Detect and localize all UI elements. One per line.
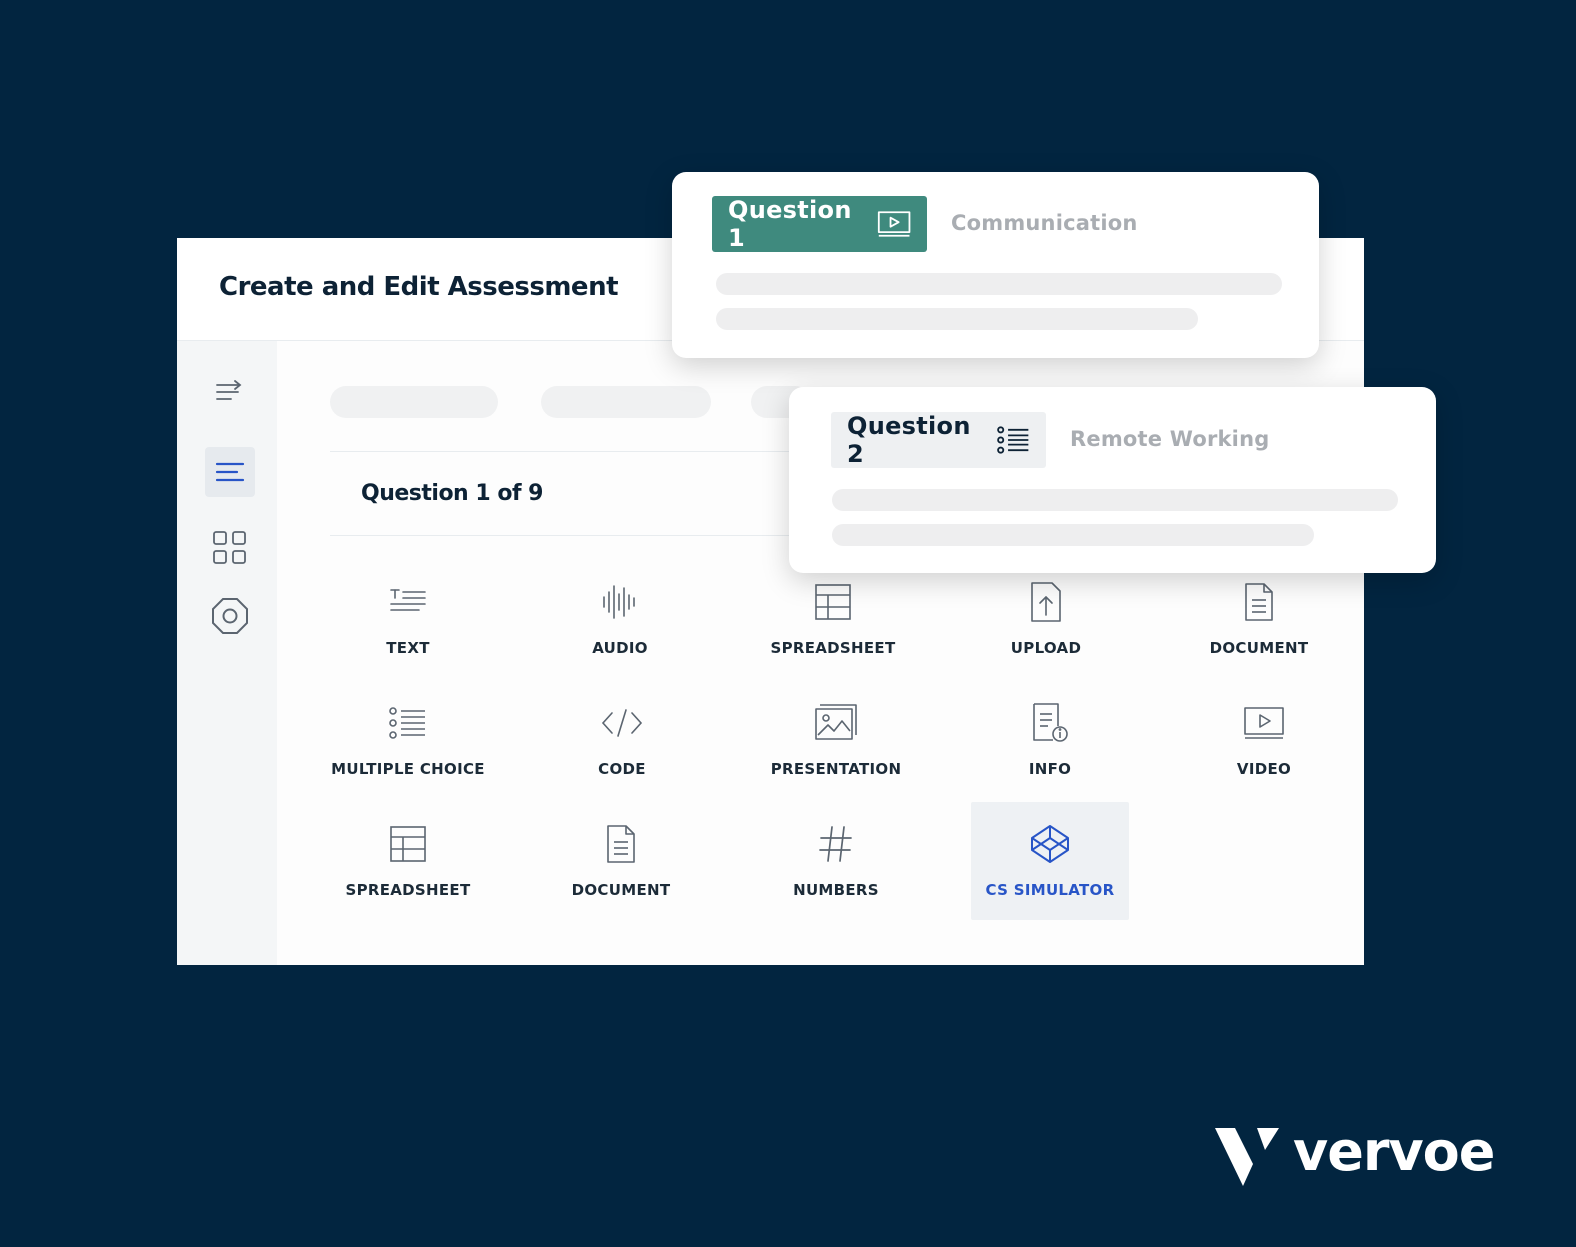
question-2-badge[interactable]: Question 2: [831, 412, 1046, 468]
type-label: TEXT: [386, 639, 430, 657]
type-label: INFO: [1028, 760, 1072, 778]
vervoe-logo: vervoe: [1213, 1120, 1503, 1186]
type-info[interactable]: INFO: [971, 685, 1129, 803]
info-document-icon: [1033, 703, 1068, 742]
text-placeholder: [716, 273, 1282, 295]
type-document[interactable]: DOCUMENT: [1180, 564, 1338, 682]
presentation-icon: [815, 704, 857, 740]
octagon-circle-icon: [212, 598, 248, 634]
question-1-badge[interactable]: Question 1: [712, 196, 927, 252]
type-audio[interactable]: AUDIO: [541, 564, 699, 682]
type-text[interactable]: TEXT: [329, 564, 487, 682]
code-icon: [601, 709, 643, 737]
multiple-choice-list-icon: [996, 426, 1029, 454]
audio-wave-icon: [603, 585, 635, 619]
question-card-1[interactable]: Question 1 Communication: [672, 172, 1319, 358]
tab-placeholder-2: [541, 386, 711, 418]
type-label: PRESENTATION: [770, 760, 902, 778]
document-icon: [1245, 583, 1273, 621]
spreadsheet-icon: [390, 826, 426, 862]
spreadsheet-icon: [815, 584, 851, 620]
type-spreadsheet-2[interactable]: SPREADSHEET: [329, 806, 487, 924]
type-label: SPREADSHEET: [345, 881, 471, 899]
codepen-cube-icon: [1031, 825, 1069, 863]
grid-icon: [213, 531, 246, 564]
sidebar-item-grid[interactable]: [205, 523, 255, 573]
text-placeholder: [832, 489, 1398, 511]
text-lines-icon: [390, 589, 426, 611]
type-multiple-choice[interactable]: MULTIPLE CHOICE: [329, 685, 487, 803]
type-label: CODE: [598, 760, 646, 778]
upload-icon: [1031, 582, 1061, 622]
list-lines-icon: [215, 462, 245, 482]
type-label: UPLOAD: [1010, 639, 1082, 657]
question-label: Question 2: [847, 412, 971, 468]
indent-arrow-icon: [216, 380, 242, 400]
type-label: DOCUMENT: [571, 881, 671, 899]
type-code[interactable]: CODE: [543, 685, 701, 803]
sidebar-item-settings[interactable]: [205, 591, 255, 641]
video-play-icon: [1244, 707, 1284, 739]
sidebar: [177, 341, 277, 965]
divider: [330, 451, 790, 452]
video-play-icon: [877, 211, 911, 237]
type-video[interactable]: VIDEO: [1185, 685, 1343, 803]
question-category: Remote Working: [1070, 427, 1270, 451]
type-presentation[interactable]: PRESENTATION: [757, 685, 915, 803]
tab-placeholder-1: [330, 386, 498, 418]
type-document-2[interactable]: DOCUMENT: [542, 806, 700, 924]
document-icon: [607, 825, 635, 863]
type-numbers[interactable]: NUMBERS: [757, 806, 915, 924]
type-label: DOCUMENT: [1209, 639, 1309, 657]
question-label: Question 1: [728, 196, 852, 252]
hash-icon: [819, 826, 852, 862]
sidebar-item-indent[interactable]: [205, 367, 255, 417]
type-cs-simulator[interactable]: CS SIMULATOR: [971, 802, 1129, 920]
type-upload[interactable]: UPLOAD: [967, 564, 1125, 682]
type-spreadsheet[interactable]: SPREADSHEET: [754, 564, 912, 682]
divider: [330, 535, 790, 536]
brand-name: vervoe: [1293, 1120, 1495, 1183]
text-placeholder: [716, 308, 1198, 330]
type-label: MULTIPLE CHOICE: [331, 760, 485, 778]
type-label: VIDEO: [1236, 760, 1292, 778]
type-label: AUDIO: [592, 639, 648, 657]
question-card-2[interactable]: Question 2 Remote Working: [789, 387, 1436, 573]
question-category: Communication: [951, 211, 1138, 235]
vervoe-v-mark-icon: [1215, 1128, 1279, 1186]
question-counter: Question 1 of 9: [361, 481, 544, 506]
text-placeholder: [832, 524, 1314, 546]
multiple-choice-icon: [389, 707, 425, 739]
type-label: NUMBERS: [793, 881, 879, 899]
type-label: SPREADSHEET: [770, 639, 896, 657]
sidebar-item-questions[interactable]: [205, 447, 255, 497]
type-label: CS SIMULATOR: [985, 881, 1115, 899]
page-title: Create and Edit Assessment: [219, 272, 619, 302]
